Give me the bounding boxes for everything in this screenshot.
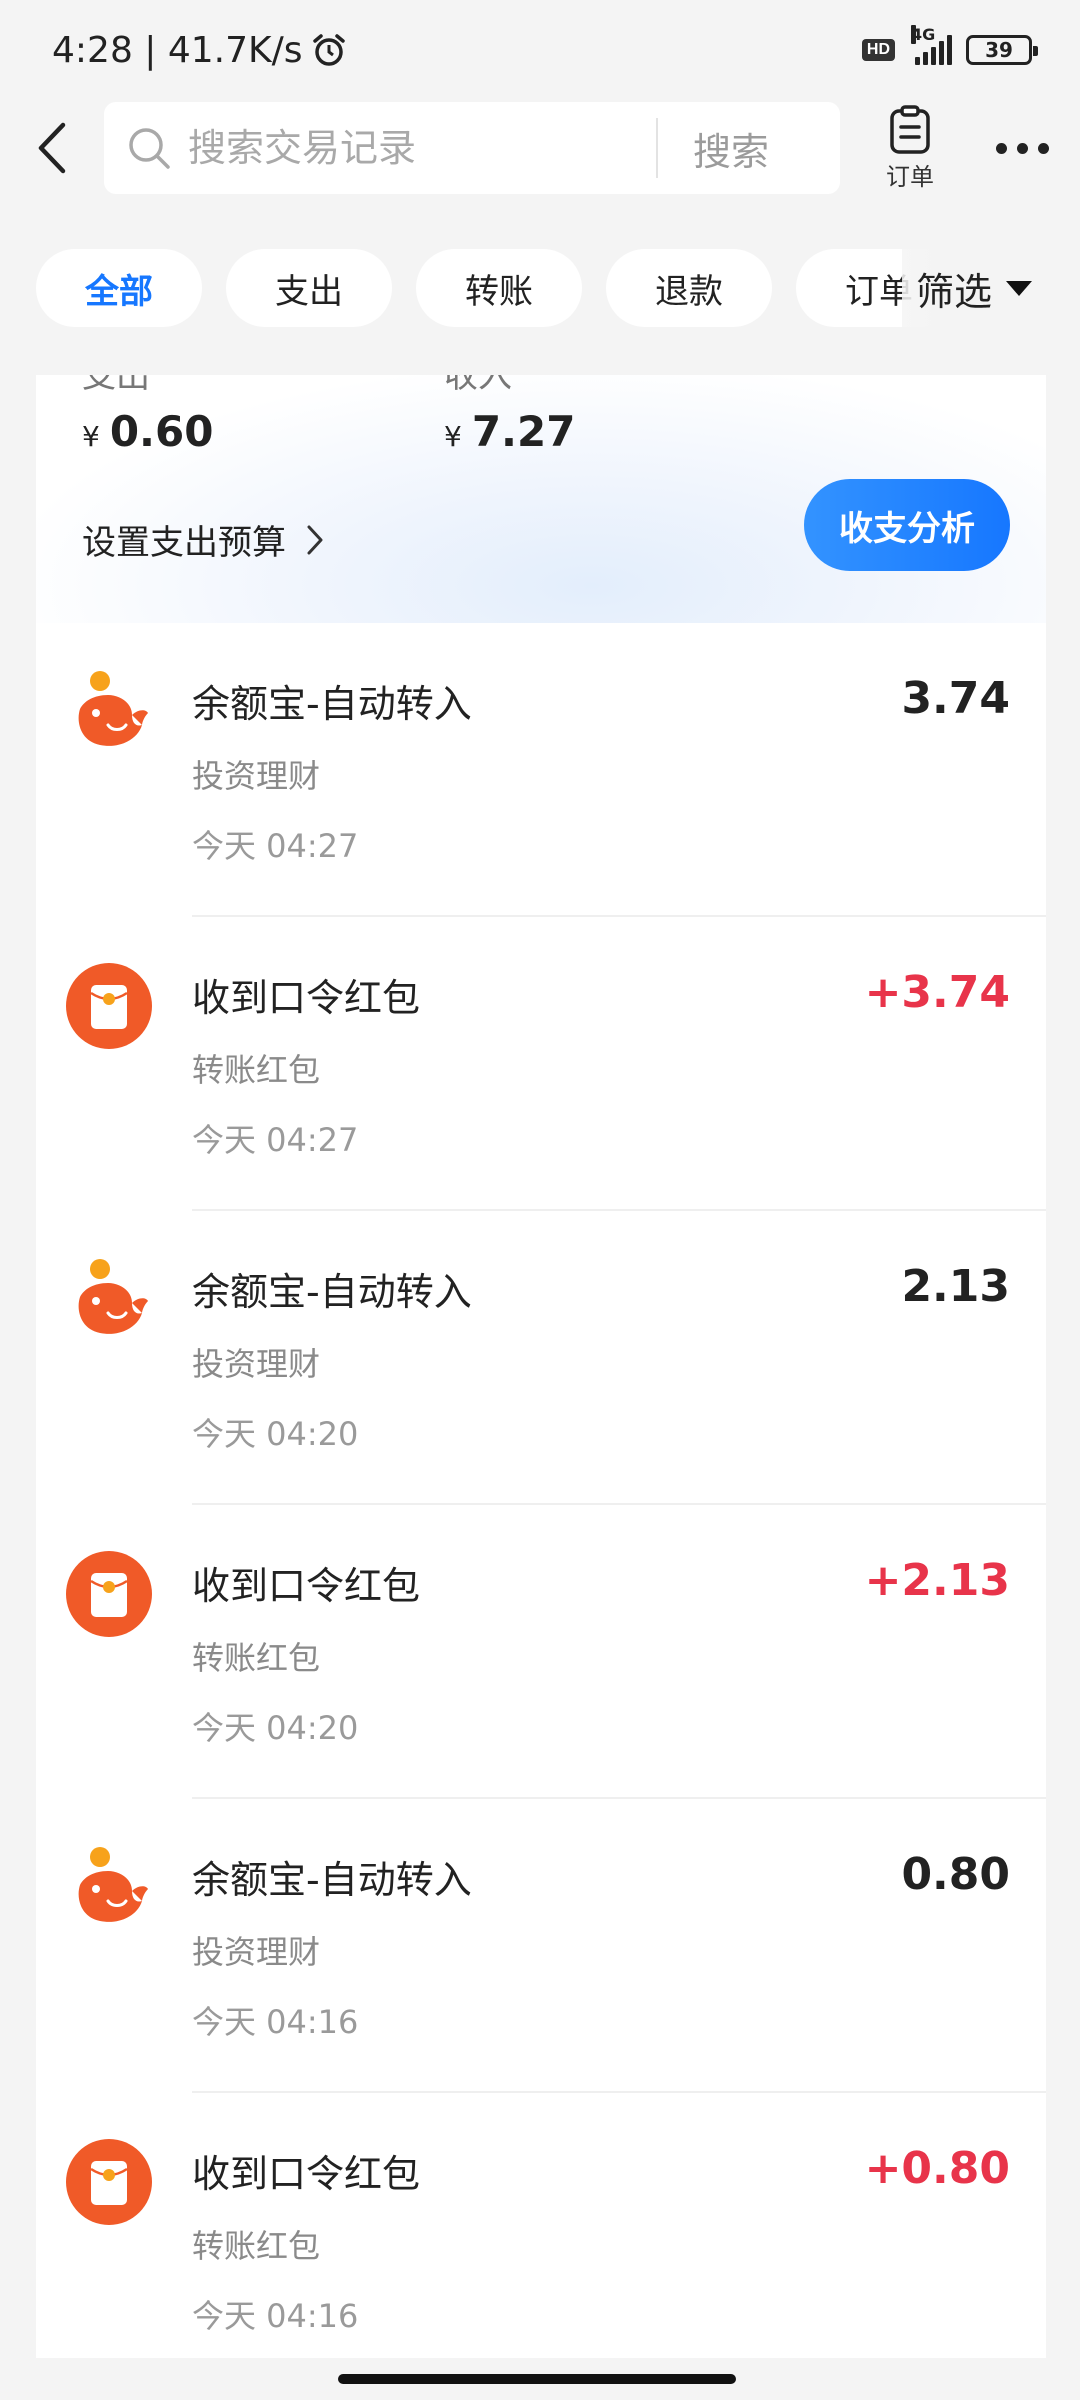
transaction-title: 收到口令红包 bbox=[192, 1564, 421, 1608]
summary-card: 支出 ¥0.60 收入 ¥7.27 设置支出预算 收支分析 bbox=[36, 375, 1046, 623]
transaction-time: 今天 04:27 bbox=[192, 1121, 359, 1159]
transaction-list: 余额宝-自动转入 投资理财 今天 04:27 3.74 收到口令红包 转账红包 … bbox=[36, 623, 1046, 2358]
transaction-amount: +0.80 bbox=[864, 2143, 1010, 2194]
transaction-row[interactable]: 余额宝-自动转入 投资理财 今天 04:20 2.13 bbox=[36, 1211, 1046, 1505]
battery-icon: 39 bbox=[966, 35, 1038, 65]
transaction-time: 今天 04:16 bbox=[192, 2297, 359, 2335]
income-value: 7.27 bbox=[471, 407, 576, 456]
transaction-amount: +2.13 bbox=[864, 1555, 1010, 1606]
battery-level: 39 bbox=[985, 38, 1013, 62]
filter-button[interactable]: 筛选 bbox=[902, 248, 1080, 328]
yuebao-icon bbox=[78, 1259, 148, 1334]
search-box[interactable]: 搜索 bbox=[104, 102, 840, 194]
network-speed: 41.7K/s bbox=[167, 29, 303, 71]
status-time: 4:28 bbox=[52, 29, 133, 71]
transaction-time: 今天 04:16 bbox=[192, 2003, 359, 2041]
transaction-title: 收到口令红包 bbox=[192, 976, 421, 1020]
more-button[interactable] bbox=[970, 142, 1074, 154]
more-dot bbox=[1037, 142, 1049, 154]
status-left: 4:28 | 41.7K/s bbox=[52, 30, 347, 71]
more-dot bbox=[995, 142, 1007, 154]
triangle-down-icon bbox=[1006, 280, 1033, 296]
transaction-row[interactable]: 收到口令红包 转账红包 今天 04:27 +3.74 bbox=[36, 917, 1046, 1211]
income-summary: 收入 ¥7.27 bbox=[444, 375, 575, 456]
transaction-time: 今天 04:20 bbox=[192, 1415, 359, 1453]
clipboard-icon bbox=[890, 104, 930, 154]
transaction-amount: 3.74 bbox=[901, 673, 1010, 724]
transaction-amount: 2.13 bbox=[901, 1261, 1010, 1312]
hd-badge: HD bbox=[861, 39, 895, 61]
set-budget-label: 设置支出预算 bbox=[82, 523, 286, 563]
income-label: 收入 bbox=[444, 375, 512, 396]
chevron-left-icon bbox=[38, 122, 66, 174]
yuebao-icon bbox=[78, 671, 148, 746]
status-bar: 4:28 | 41.7K/s HD 4G 39 bbox=[0, 0, 1080, 100]
signal-icon: 4G bbox=[909, 25, 952, 65]
red-packet-icon bbox=[66, 1551, 152, 1637]
tab-transfer[interactable]: 转账 bbox=[416, 249, 582, 327]
red-packet-icon bbox=[66, 2139, 152, 2225]
transaction-title: 余额宝-自动转入 bbox=[192, 1858, 472, 1902]
back-button[interactable] bbox=[0, 100, 104, 196]
transaction-category: 转账红包 bbox=[192, 1051, 321, 1089]
transaction-category: 转账红包 bbox=[192, 1639, 321, 1677]
search-input[interactable] bbox=[186, 125, 656, 171]
status-separator: | bbox=[132, 29, 168, 71]
income-value-wrap: ¥7.27 bbox=[444, 407, 575, 456]
header: 搜索 订单 bbox=[0, 100, 1080, 196]
filter-label: 筛选 bbox=[916, 269, 993, 314]
transaction-time: 今天 04:27 bbox=[192, 827, 359, 865]
transaction-time: 今天 04:20 bbox=[192, 1709, 359, 1747]
order-button[interactable]: 订单 bbox=[850, 104, 970, 192]
search-icon bbox=[129, 128, 170, 169]
transaction-category: 转账红包 bbox=[192, 2227, 321, 2265]
transaction-amount: 0.80 bbox=[901, 1849, 1010, 1900]
transaction-row[interactable]: 收到口令红包 转账红包 今天 04:20 +2.13 bbox=[36, 1505, 1046, 1799]
expense-value: 0.60 bbox=[109, 407, 214, 456]
order-label: 订单 bbox=[886, 162, 934, 191]
expense-label: 支出 bbox=[82, 375, 150, 396]
expense-summary: 支出 ¥0.60 bbox=[82, 375, 213, 456]
income-currency: ¥ bbox=[444, 420, 462, 453]
expense-currency: ¥ bbox=[82, 420, 100, 453]
transaction-category: 投资理财 bbox=[192, 1933, 321, 1971]
search-button[interactable]: 搜索 bbox=[658, 121, 804, 176]
tab-all[interactable]: 全部 bbox=[36, 249, 202, 327]
filter-tabs: 全部 支出 转账 退款 订单 筛选 bbox=[0, 248, 1080, 328]
transaction-row[interactable]: 余额宝-自动转入 投资理财 今天 04:16 0.80 bbox=[36, 1799, 1046, 2093]
home-indicator[interactable] bbox=[338, 2374, 736, 2384]
yuebao-icon bbox=[78, 1847, 148, 1922]
income-expense-analysis-button[interactable]: 收支分析 bbox=[804, 479, 1010, 571]
transaction-title: 余额宝-自动转入 bbox=[192, 682, 472, 726]
transaction-category: 投资理财 bbox=[192, 1345, 321, 1383]
tab-refund[interactable]: 退款 bbox=[606, 249, 772, 327]
transaction-title: 余额宝-自动转入 bbox=[192, 1270, 472, 1314]
chevron-right-icon bbox=[307, 525, 323, 554]
transaction-row[interactable]: 余额宝-自动转入 投资理财 今天 04:27 3.74 bbox=[36, 623, 1046, 917]
transaction-category: 投资理财 bbox=[192, 757, 321, 795]
status-right: HD 4G 39 bbox=[861, 25, 1038, 65]
network-type: 4G bbox=[911, 25, 936, 44]
alarm-icon bbox=[312, 34, 345, 66]
tab-expense[interactable]: 支出 bbox=[226, 249, 392, 327]
transaction-row[interactable]: 收到口令红包 转账红包 今天 04:16 +0.80 bbox=[36, 2093, 1046, 2358]
set-budget-link[interactable]: 设置支出预算 bbox=[82, 515, 326, 564]
red-packet-icon bbox=[66, 963, 152, 1049]
expense-value-wrap: ¥0.60 bbox=[82, 407, 213, 456]
transaction-title: 收到口令红包 bbox=[192, 2152, 421, 2196]
transaction-amount: +3.74 bbox=[864, 967, 1010, 1018]
more-dot bbox=[1016, 142, 1028, 154]
